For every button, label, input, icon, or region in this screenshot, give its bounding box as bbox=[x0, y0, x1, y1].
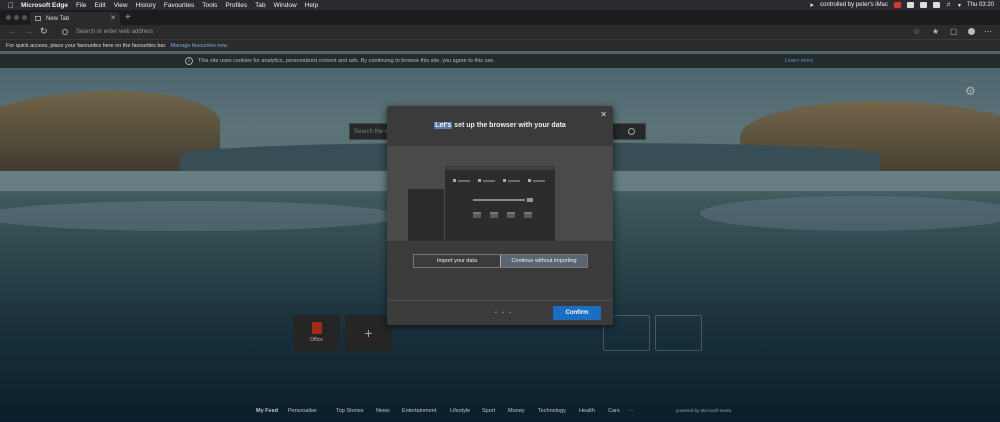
tab-strip: New Tab ✕ + bbox=[0, 10, 1000, 25]
forward-button[interactable]: → bbox=[24, 26, 33, 36]
menu-tools[interactable]: Tools bbox=[202, 2, 217, 9]
browser-toolbar: ← → ↻ Search or enter web address ☆ ★ ▢ … bbox=[0, 25, 1000, 39]
window-minimize-button[interactable] bbox=[14, 15, 19, 20]
more-menu-icon[interactable]: ⋯ bbox=[984, 28, 992, 36]
import-illustration bbox=[387, 146, 613, 241]
status-icon-c[interactable] bbox=[919, 2, 927, 8]
menu-app-name[interactable]: Microsoft Edge bbox=[21, 2, 68, 9]
search-icon bbox=[62, 29, 68, 35]
tab-label: New Tab bbox=[46, 15, 70, 22]
menu-favourites[interactable]: Favourites bbox=[164, 2, 194, 9]
close-icon[interactable]: ✕ bbox=[600, 110, 607, 119]
status-icon-b[interactable] bbox=[906, 2, 914, 8]
dialog-title-selected: Let's bbox=[434, 122, 453, 129]
favourites-bar: For quick access, place your favourites … bbox=[0, 39, 1000, 51]
window-close-button[interactable] bbox=[6, 15, 11, 20]
illustration-back-window bbox=[408, 189, 444, 241]
favourites-icon[interactable]: ★ bbox=[932, 28, 939, 36]
menu-profiles[interactable]: Profiles bbox=[225, 2, 247, 9]
menu-view[interactable]: View bbox=[114, 2, 128, 9]
menu-help[interactable]: Help bbox=[305, 2, 318, 9]
flag-icon[interactable] bbox=[932, 2, 940, 8]
new-tab-button[interactable]: + bbox=[125, 12, 131, 23]
remote-control-icon[interactable]: ➤ bbox=[809, 2, 814, 9]
window-zoom-button[interactable] bbox=[22, 15, 27, 20]
menu-history[interactable]: History bbox=[136, 2, 156, 9]
confirm-button[interactable]: Confirm bbox=[553, 306, 601, 320]
volume-icon[interactable]: ♬ bbox=[946, 2, 952, 8]
wifi-icon[interactable]: ▾ bbox=[958, 2, 961, 9]
tab-new-tab[interactable]: New Tab ✕ bbox=[30, 12, 120, 25]
back-button[interactable]: ← bbox=[8, 26, 17, 36]
profile-avatar[interactable] bbox=[968, 28, 975, 35]
collections-icon[interactable]: ▢ bbox=[950, 28, 958, 36]
menu-edit[interactable]: Edit bbox=[94, 2, 105, 9]
continue-without-importing-option[interactable]: Continue without importing bbox=[500, 255, 587, 267]
menu-tab[interactable]: Tab bbox=[255, 2, 265, 9]
import-dialog: ✕ Let's set up the browser with your dat… bbox=[387, 106, 613, 325]
favourites-hint: For quick access, place your favourites … bbox=[6, 42, 167, 49]
dialog-title: Let's set up the browser with your data bbox=[387, 122, 613, 129]
clock[interactable]: Thu 03:20 bbox=[967, 2, 994, 8]
manage-favourites-link[interactable]: Manage favourites now bbox=[171, 43, 228, 49]
remote-status[interactable]: controlled by peter's iMac bbox=[820, 2, 888, 8]
import-choice-group: Import your data Continue without import… bbox=[413, 254, 588, 268]
menu-window[interactable]: Window bbox=[274, 2, 297, 9]
favourite-star-icon[interactable]: ☆ bbox=[913, 28, 920, 36]
menu-bar:  Microsoft Edge File Edit View History … bbox=[0, 0, 1000, 10]
dialog-title-rest: set up the browser with your data bbox=[452, 122, 566, 129]
page-indicator: • • • bbox=[495, 310, 514, 316]
menu-file[interactable]: File bbox=[76, 2, 86, 9]
address-placeholder: Search or enter web address bbox=[76, 29, 154, 35]
status-icon-a[interactable] bbox=[893, 2, 901, 8]
reload-button[interactable]: ↻ bbox=[40, 26, 48, 37]
close-tab-icon[interactable]: ✕ bbox=[110, 14, 116, 22]
tab-page-icon bbox=[35, 16, 41, 21]
illustration-browser-window bbox=[445, 166, 555, 241]
address-bar[interactable]: Search or enter web address bbox=[56, 26, 906, 38]
apple-icon[interactable]:  bbox=[8, 1, 14, 10]
import-data-option[interactable]: Import your data bbox=[414, 255, 500, 267]
dialog-divider bbox=[387, 300, 613, 301]
